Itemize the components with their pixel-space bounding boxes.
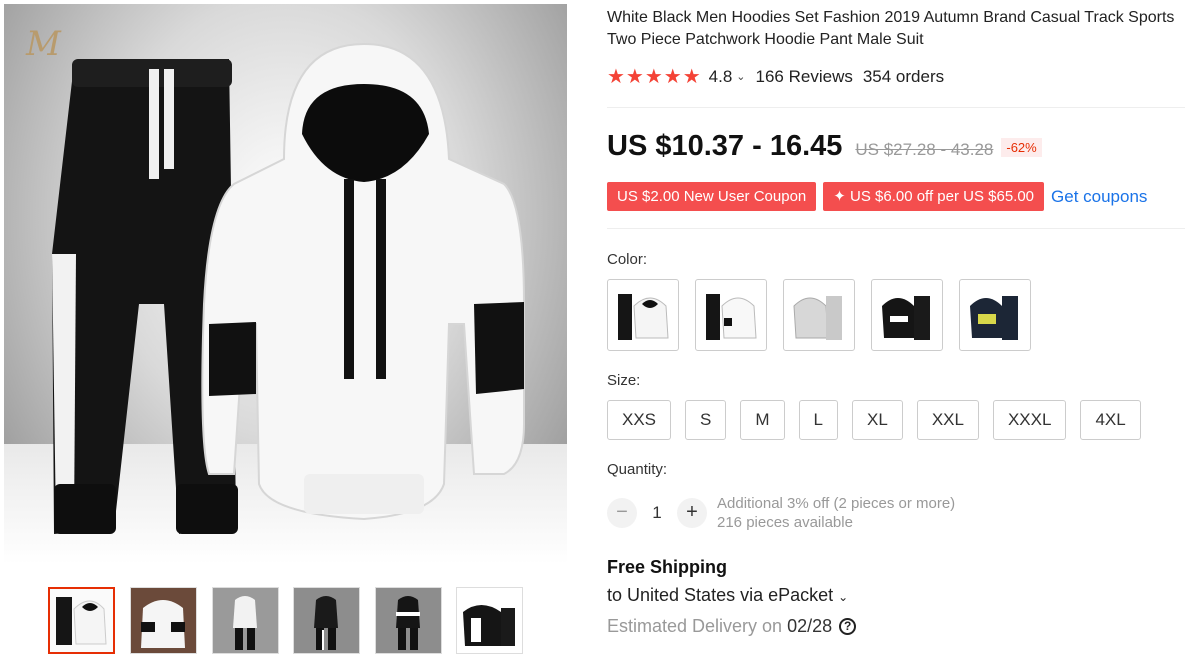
thumb-set-icon	[213, 588, 278, 653]
brand-logo: M	[26, 24, 61, 64]
quantity-stepper: − + Additional 3% off (2 pieces or more)…	[607, 494, 955, 532]
size-option-m[interactable]: M	[740, 400, 785, 440]
size-option-xl[interactable]: XL	[852, 400, 903, 440]
thumbnail-5[interactable]	[375, 587, 442, 654]
size-label: Size:	[607, 372, 641, 389]
original-price: US $27.28 - 43.28	[855, 140, 994, 159]
color-swatch-white[interactable]	[695, 279, 767, 351]
product-title: White Black Men Hoodies Set Fashion 2019…	[607, 9, 1175, 48]
swatch-image	[706, 294, 757, 340]
size-option-xxs[interactable]: XXS	[607, 400, 672, 440]
size-option-4xl[interactable]: 4XL	[1080, 400, 1141, 440]
estimated-delivery: Estimated Delivery on 02/28 ?	[607, 616, 857, 637]
product-illustration	[52, 42, 525, 534]
rating-chevron-down-icon[interactable]: ⌄	[736, 70, 745, 83]
swatch-image	[970, 296, 1018, 340]
thumbnail-1[interactable]	[48, 587, 115, 654]
size-option-l[interactable]: L	[798, 400, 839, 440]
size-options: XXS S M L XL XXL XXXL 4XL	[607, 400, 1155, 440]
store-coupon[interactable]: ✦ US $6.00 off per US $65.00	[823, 182, 1045, 211]
bulk-discount-text: Additional 3% off (2 pieces or more)	[717, 495, 956, 512]
divider	[607, 107, 1185, 108]
quantity-plus-button[interactable]: +	[677, 498, 707, 528]
color-swatch-grey[interactable]	[783, 279, 855, 351]
shipping-destination-text: to United States via ePacket	[607, 585, 834, 605]
color-swatch-navy[interactable]	[959, 279, 1031, 351]
size-option-xxl[interactable]: XXL	[916, 400, 979, 440]
reviews-link[interactable]: 166 Reviews	[756, 67, 853, 87]
main-product-image[interactable]: M	[4, 4, 567, 564]
quantity-note: Additional 3% off (2 pieces or more) 216…	[717, 494, 955, 532]
size-option-s[interactable]: S	[685, 400, 727, 440]
thumbnail-4[interactable]	[293, 587, 360, 654]
thumb-set-icon	[131, 588, 196, 653]
thumbnail-3[interactable]	[212, 587, 279, 654]
color-options	[607, 279, 1047, 351]
delivery-label: Estimated Delivery on	[607, 616, 783, 636]
color-swatch-black[interactable]	[871, 279, 943, 351]
star-rating-icon: ★★★★★	[607, 66, 702, 88]
price-row: US $10.37 - 16.45 US $27.28 - 43.28 -62%	[607, 130, 1042, 163]
current-price: US $10.37 - 16.45	[607, 130, 843, 162]
divider	[607, 228, 1185, 229]
new-user-coupon[interactable]: US $2.00 New User Coupon	[607, 182, 817, 211]
delivery-date: 02/28	[787, 616, 833, 636]
thumbnail-6[interactable]	[456, 587, 523, 654]
get-coupons-link[interactable]: Get coupons	[1051, 187, 1147, 207]
shipping-title: Free Shipping	[607, 557, 728, 577]
rating-value[interactable]: 4.8	[709, 67, 733, 87]
thumb-set-icon	[294, 588, 359, 653]
swatch-image	[793, 296, 842, 340]
quantity-minus-button[interactable]: −	[607, 498, 637, 528]
shipping-chevron-down-icon: ⌄	[838, 590, 849, 604]
orders-count: 354 orders	[862, 66, 945, 86]
swatch-image	[618, 294, 669, 340]
thumb-set-icon	[56, 597, 107, 645]
color-label: Color:	[607, 251, 648, 268]
shipping-destination[interactable]: to United States via ePacket ⌄	[607, 585, 848, 606]
size-option-xxxl[interactable]: XXXL	[992, 400, 1067, 440]
discount-badge: -62%	[1001, 138, 1042, 157]
color-swatch-white-black[interactable]	[607, 279, 679, 351]
thumbnail-2[interactable]	[130, 587, 197, 654]
rating-row: ★★★★★ 4.8 ⌄ 166 Reviews 354 orders	[607, 64, 944, 89]
stock-available-text: 216 pieces available	[717, 514, 853, 531]
coupon-row: US $2.00 New User Coupon ✦ US $6.00 off …	[607, 182, 1147, 211]
quantity-input[interactable]	[637, 503, 677, 523]
help-icon[interactable]: ?	[839, 618, 857, 635]
quantity-label: Quantity:	[607, 461, 668, 478]
thumb-set-icon	[376, 588, 441, 653]
swatch-image	[882, 296, 930, 340]
thumb-set-icon	[457, 588, 522, 653]
